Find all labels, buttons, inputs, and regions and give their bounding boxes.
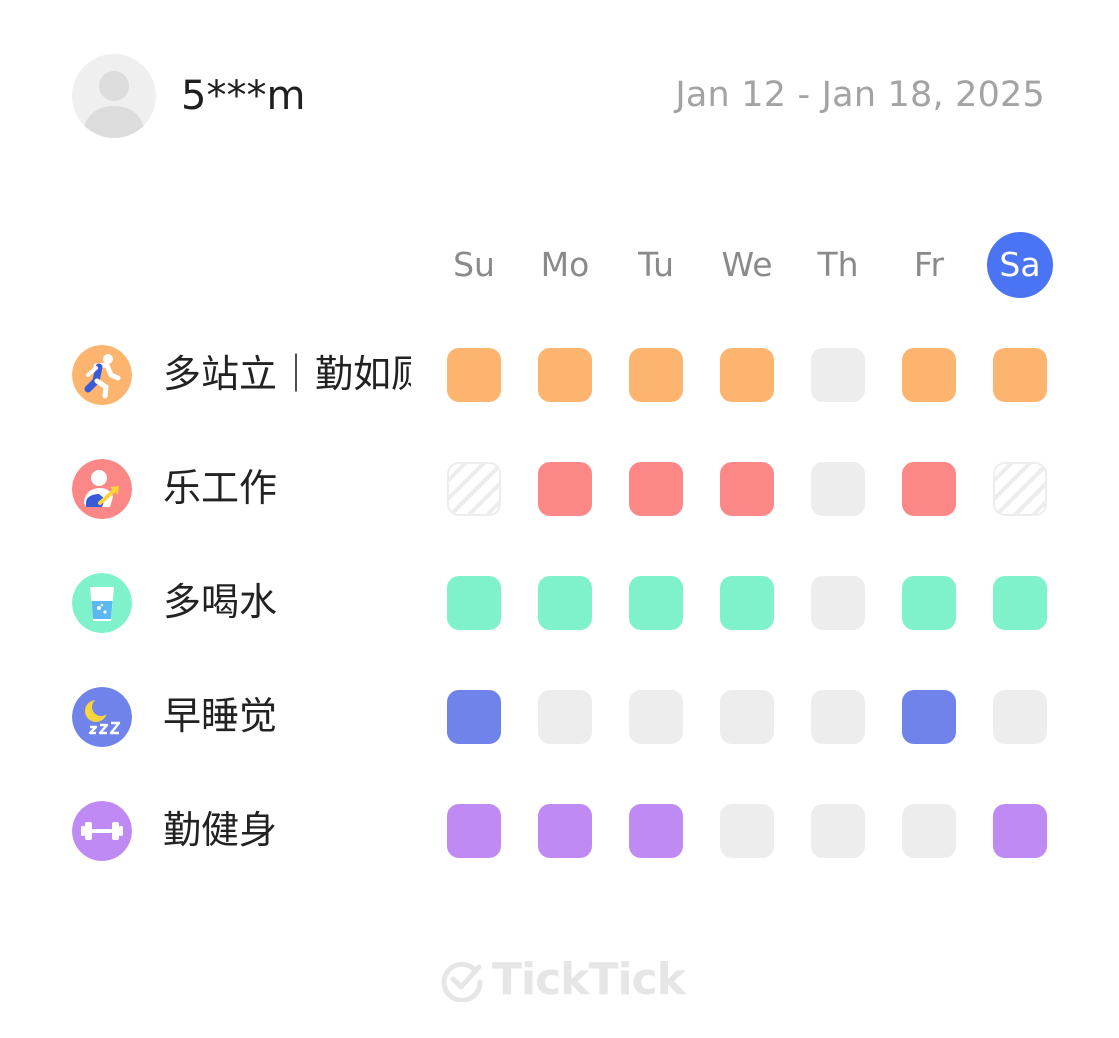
day-header-th: Th <box>817 245 859 284</box>
habit-cell[interactable] <box>447 804 501 858</box>
habit-cell[interactable] <box>902 348 956 402</box>
habit-name: 多站立｜勤如厕 <box>163 352 411 396</box>
habit-cell[interactable] <box>811 462 865 516</box>
dumbbell-icon <box>72 801 132 861</box>
habit-cell[interactable] <box>811 690 865 744</box>
habit-cell[interactable] <box>629 576 683 630</box>
day-header-fr: Fr <box>913 245 945 284</box>
habit-cell[interactable] <box>538 576 592 630</box>
habit-cell[interactable] <box>629 804 683 858</box>
habit-cell[interactable] <box>720 348 774 402</box>
habit-cell[interactable] <box>538 462 592 516</box>
habit-cell[interactable] <box>993 348 1047 402</box>
day-header-su: Su <box>453 245 495 284</box>
avatar <box>72 54 156 138</box>
habit-cell[interactable] <box>538 348 592 402</box>
habit-cell[interactable] <box>993 804 1047 858</box>
habit-cell[interactable] <box>902 576 956 630</box>
habit-cell[interactable] <box>720 804 774 858</box>
habit-cell[interactable] <box>720 576 774 630</box>
habit-name: 多喝水 <box>163 580 278 624</box>
habit-cell[interactable] <box>720 462 774 516</box>
habit-cell[interactable] <box>629 348 683 402</box>
habit-cell[interactable] <box>720 690 774 744</box>
habit-cell[interactable] <box>993 690 1047 744</box>
habit-cell[interactable] <box>447 348 501 402</box>
moon-sleep-icon <box>72 687 132 747</box>
habit-cell[interactable] <box>993 576 1047 630</box>
habit-cell[interactable] <box>629 690 683 744</box>
default-user-icon <box>82 71 146 138</box>
ticktick-logo: TickTick <box>440 954 686 1006</box>
habit-cell[interactable] <box>811 348 865 402</box>
habit-weekly-card: 5***m Jan 12 - Jan 18, 2025 Su Mo Tu We … <box>0 0 1119 1038</box>
habit-cell[interactable] <box>993 462 1047 516</box>
brand-name: TickTick <box>492 954 686 1005</box>
habit-cell[interactable] <box>902 690 956 744</box>
habit-cell[interactable] <box>447 576 501 630</box>
ticktick-check-icon <box>441 961 483 1002</box>
day-header-sa-today: Sa <box>987 232 1053 298</box>
habit-name: 早睡觉 <box>163 694 278 738</box>
habit-cell[interactable] <box>538 804 592 858</box>
habit-cell[interactable] <box>447 690 501 744</box>
water-glass-icon <box>72 573 132 633</box>
running-person-icon <box>72 345 132 405</box>
day-header-tu: Tu <box>637 245 675 284</box>
day-header-we: We <box>721 245 773 284</box>
date-range: Jan 12 - Jan 18, 2025 <box>675 75 1045 115</box>
habit-cell[interactable] <box>902 804 956 858</box>
habit-cell[interactable] <box>629 462 683 516</box>
habit-cell[interactable] <box>447 462 501 516</box>
habit-cell[interactable] <box>902 462 956 516</box>
habit-cell[interactable] <box>811 576 865 630</box>
habit-name: 勤健身 <box>163 808 278 852</box>
username: 5***m <box>181 73 306 119</box>
habit-cell[interactable] <box>538 690 592 744</box>
habit-name: 乐工作 <box>163 466 278 510</box>
day-header-mo: Mo <box>540 245 590 284</box>
worker-growth-icon <box>72 459 132 519</box>
habit-cell[interactable] <box>811 804 865 858</box>
